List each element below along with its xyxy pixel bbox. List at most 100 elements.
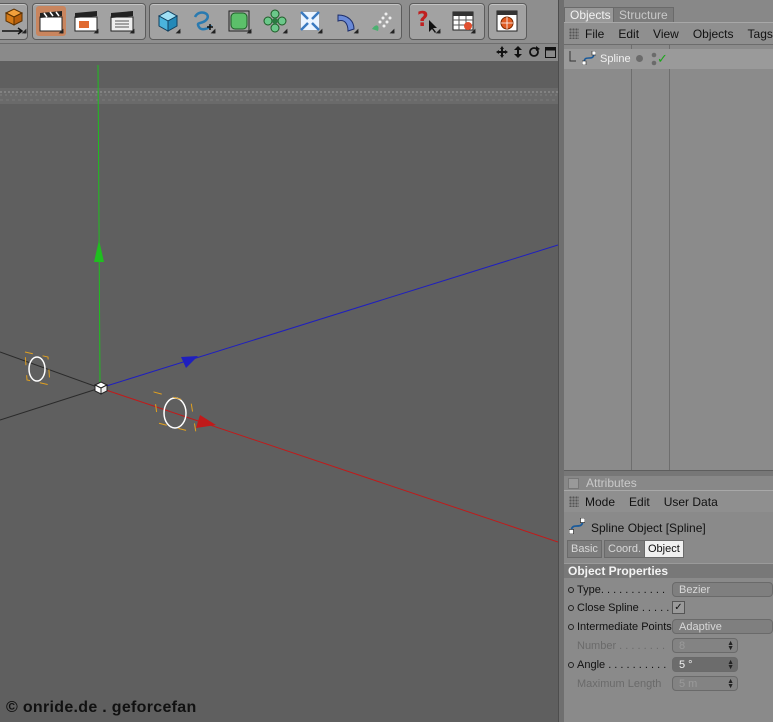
attributes-menubar: Mode Edit User Data [564,490,773,513]
subdivision-cube-icon[interactable] [224,6,254,36]
prop-number: Number . . . . . . . . 8 ▲ ▼ [564,637,773,654]
viewport-nav [496,45,556,59]
object-name[interactable]: Spline [600,53,631,65]
prop-type: Type. . . . . . . . . . . Bezier [564,581,773,598]
tab-object[interactable]: Object [644,540,684,558]
angle-field[interactable]: 5 ° ▲ ▼ [672,657,738,672]
attributes-lock-icon[interactable] [568,477,579,489]
menu-edit[interactable]: Edit [618,27,639,41]
menu-attr-edit[interactable]: Edit [629,495,650,509]
intermediate-dropdown[interactable]: Adaptive [672,619,773,634]
prop-number-label: Number . . . . . . . . [577,639,666,652]
max-length-field[interactable]: 5 m ▲ ▼ [672,676,738,691]
spinner-arrows-icon[interactable]: ▲ ▼ [727,678,734,690]
attributes-body: Spline Object [Spline] Basic Coord. Obje… [564,512,773,722]
clapper-render-settings-icon[interactable] [107,6,137,36]
toolbar-group-move [0,3,28,40]
angle-value: 5 ° [679,659,693,671]
sphere-window-icon[interactable] [492,6,522,36]
tab-structure[interactable]: Structure [613,7,674,23]
prop-angle-label: Angle . . . . . . . . . . [577,658,667,671]
keyframe-dot-icon[interactable] [568,604,574,611]
menu-mode[interactable]: Mode [585,495,615,509]
array-flower-icon[interactable] [260,6,290,36]
menu-objects[interactable]: Objects [693,27,734,41]
menu-view[interactable]: View [653,27,679,41]
object-title: Spline Object [Spline] [591,520,706,535]
timeline-table-icon[interactable] [448,6,478,36]
spline-pen-icon[interactable] [188,6,218,36]
cube-icon[interactable] [153,6,183,36]
origin-cube [93,381,109,395]
menu-tags[interactable]: Tags [748,27,773,41]
keyframe-dot-icon[interactable] [568,623,574,630]
keyframe-dot-icon[interactable] [568,586,574,593]
visibility-dot-icon[interactable] [636,55,643,62]
rotate-view-icon[interactable] [528,45,540,59]
column-divider [631,45,632,470]
rotation-ring-front [153,391,197,434]
viewport-header [0,44,560,61]
objects-menubar: File Edit View Objects Tags [564,22,773,45]
keyframe-dot-icon[interactable] [568,661,574,668]
number-value: 8 [679,640,686,652]
close-spline-checkbox[interactable]: ✓ [672,601,685,614]
prop-intermediate: Intermediate Points Adaptive [564,618,773,635]
nurbs-extrude-icon[interactable] [331,6,361,36]
deformer-icon[interactable] [295,6,325,36]
toolbar-group-render [32,3,146,40]
move-view-icon[interactable] [496,45,508,59]
tab-coord[interactable]: Coord. [604,540,646,558]
prop-angle: Angle . . . . . . . . . . 5 ° ▲ ▼ [564,656,773,673]
check-icon: ✓ [674,602,683,613]
type-value: Bezier [679,584,711,596]
toolbar-group-objects [149,3,402,40]
object-list[interactable]: Spline ✓ [564,45,773,470]
right-panel: Objects Structure File Edit View Objects… [564,0,773,722]
attributes-title: Attributes [586,476,637,490]
object-row-spline[interactable]: Spline ✓ [564,49,773,69]
y-axis-line [97,64,101,386]
clapper-render-icon[interactable] [36,6,66,36]
maximize-view-icon[interactable] [544,45,556,59]
svg-text:?: ? [417,8,429,31]
type-dropdown[interactable]: Bezier [672,582,773,597]
spinner-arrows-icon[interactable]: ▲ ▼ [727,659,734,671]
spline-object-icon [568,517,586,537]
cube-move-icon[interactable] [0,6,29,36]
x-axis-line [99,387,558,543]
intermediate-value: Adaptive [679,621,722,633]
number-field[interactable]: 8 ▲ ▼ [672,638,738,653]
prop-type-label: Type. . . . . . . . . . . [577,583,666,596]
clapper-render-view-icon[interactable] [71,6,101,36]
3d-viewport[interactable]: © onride.de . geforcefan [0,61,558,722]
keyframe-slot [568,643,574,649]
viewport-scene [0,64,558,543]
menu-file[interactable]: File [585,27,604,41]
spline-object-icon [581,50,597,68]
prop-close-spline: Close Spline . . . . . ✓ [564,599,773,616]
prop-close-label: Close Spline . . . . . [577,601,670,614]
section-object-properties: Object Properties [564,563,773,578]
zoom-view-icon[interactable] [512,45,524,59]
grip-icon[interactable] [569,28,579,39]
enabled-check-icon[interactable]: ✓ [657,51,668,67]
tab-basic[interactable]: Basic [567,540,602,558]
column-divider [669,45,670,470]
z-axis-arrow [181,356,198,368]
toolbar-group-help: ? [409,3,485,40]
keyframe-slot [568,681,574,687]
main-toolbar: ? [0,0,560,44]
grip-icon[interactable] [569,496,579,507]
tab-objects[interactable]: Objects [564,7,617,23]
menu-user-data[interactable]: User Data [664,495,718,509]
maxlen-value: 5 m [679,678,698,690]
spinner-arrows-icon[interactable]: ▲ ▼ [727,640,734,652]
help-question-icon[interactable]: ? [413,6,443,36]
toolbar-group-window [488,3,527,40]
prop-max-length: Maximum Length 5 m ▲ ▼ [564,675,773,692]
y-axis-arrow [94,240,104,262]
particle-icon[interactable] [367,6,397,36]
object-header: Spline Object [Spline] [568,517,706,537]
prop-maxlen-label: Maximum Length [577,677,662,690]
